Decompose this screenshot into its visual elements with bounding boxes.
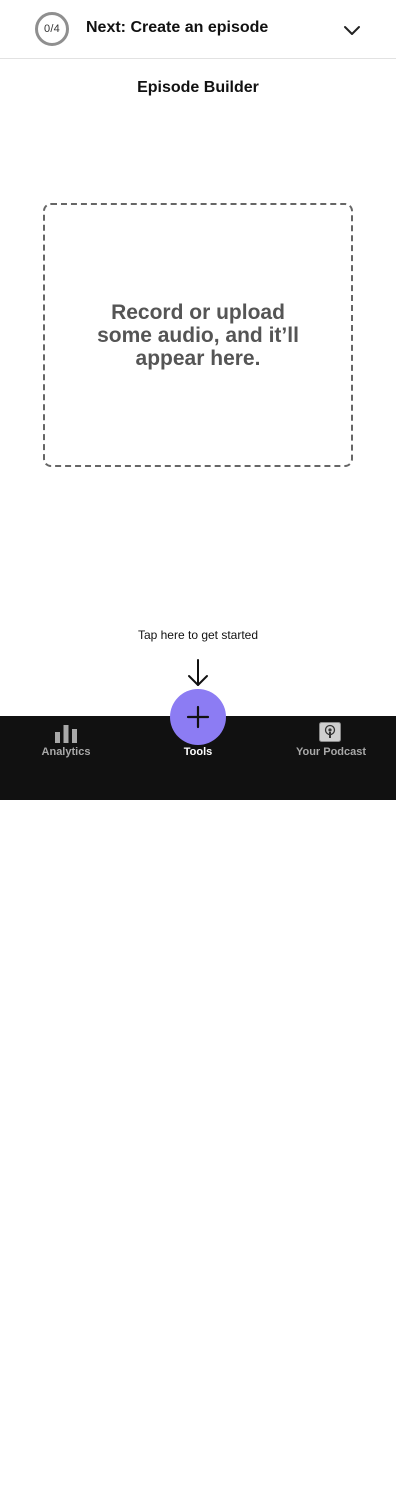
- page-title: Episode Builder: [137, 79, 259, 96]
- bar-chart-icon: [55, 725, 77, 743]
- home-indicator[interactable]: [127, 1501, 268, 1506]
- nav-label-tools: Tools: [183, 746, 213, 758]
- nav-label-your-podcast: Your Podcast: [295, 746, 367, 758]
- plus-icon: [186, 705, 210, 729]
- nav-item-analytics[interactable]: Analytics: [28, 716, 104, 786]
- nav-label-analytics: Analytics: [41, 746, 91, 758]
- podcast-icon: [319, 722, 341, 742]
- create-episode-button[interactable]: [170, 689, 226, 745]
- arrow-down-icon: [188, 659, 208, 686]
- onboarding-bar[interactable]: 0/4 Next: Create an episode: [0, 0, 396, 59]
- progress-text: 0/4: [44, 23, 60, 35]
- chevron-down-icon[interactable]: [341, 19, 363, 41]
- empty-state-message: Record or upload some audio, and it’ll a…: [97, 300, 299, 370]
- progress-indicator: 0/4: [35, 12, 69, 46]
- next-step-title: Next: Create an episode: [86, 19, 269, 36]
- nav-item-your-podcast[interactable]: Your Podcast: [286, 716, 376, 786]
- get-started-hint: Tap here to get started: [137, 628, 259, 642]
- episode-dropzone: Record or upload some audio, and it’ll a…: [43, 203, 353, 467]
